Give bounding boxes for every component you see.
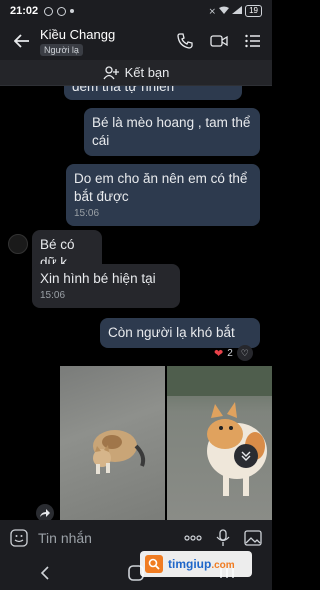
search-icon bbox=[148, 558, 160, 570]
message-text: Xin hình bé hiện tại bbox=[40, 271, 156, 286]
watermark-text: timgiup.com bbox=[168, 557, 235, 571]
cat-photo[interactable] bbox=[60, 366, 165, 520]
dot-icon bbox=[70, 9, 75, 13]
watermark-domain: .com bbox=[211, 560, 235, 571]
message-text: Còn người lạ khó bắt bbox=[108, 325, 235, 340]
message-time: 15:06 bbox=[74, 208, 100, 219]
add-friend-label: Kết bạn bbox=[124, 65, 170, 80]
status-right: ⨯ 19 bbox=[209, 5, 262, 17]
more-icon bbox=[184, 535, 202, 541]
share-icon bbox=[40, 509, 50, 517]
signal-icon bbox=[232, 6, 243, 16]
image-button[interactable] bbox=[242, 527, 264, 549]
status-time: 21:02 bbox=[10, 5, 39, 17]
video-icon bbox=[210, 35, 228, 47]
phone-icon bbox=[177, 33, 193, 49]
contact-name: Kiều Changg bbox=[40, 26, 116, 42]
emoji-icon bbox=[10, 529, 28, 547]
message-input[interactable]: Tin nhắn bbox=[38, 530, 174, 546]
cat-image bbox=[167, 366, 272, 496]
nav-back-button[interactable] bbox=[33, 561, 57, 585]
cat-photo[interactable] bbox=[167, 366, 272, 520]
heart-icon: ❤ bbox=[214, 347, 224, 360]
microphone-icon bbox=[216, 529, 230, 546]
message-bubble-me[interactable]: Còn người lạ khó bắt bbox=[100, 318, 260, 348]
share-button[interactable] bbox=[36, 504, 54, 520]
wifi-icon bbox=[219, 6, 230, 16]
reaction-count: 2 bbox=[227, 347, 233, 359]
avatar[interactable] bbox=[8, 234, 28, 254]
message-bubble-me[interactable]: dem tha tự nhiên bbox=[64, 86, 242, 100]
timgiup-logo-icon bbox=[145, 555, 163, 573]
chat-header: Kiều Changg Người lạ bbox=[0, 22, 272, 60]
message-reaction[interactable]: ❤ 2 ♡ bbox=[214, 345, 253, 361]
header-actions bbox=[174, 30, 264, 52]
photo-group[interactable] bbox=[60, 366, 272, 520]
add-user-icon bbox=[103, 65, 119, 79]
contact-info[interactable]: Kiều Changg Người lạ bbox=[40, 27, 115, 56]
more-button[interactable] bbox=[182, 527, 204, 549]
message-text: Bé là mèo hoang , tam thể cái bbox=[92, 115, 251, 148]
status-bar: 21:02 ⨯ 19 bbox=[0, 0, 272, 22]
sticker-button[interactable] bbox=[8, 527, 30, 549]
message-text: Do em cho ăn nên em có thể bắt được bbox=[74, 171, 248, 204]
message-bubble-them[interactable]: Xin hình bé hiện tại 15:06 bbox=[32, 264, 180, 308]
image-icon bbox=[244, 530, 262, 546]
message-time: 15:06 bbox=[40, 290, 66, 301]
stranger-badge: Người lạ bbox=[40, 43, 83, 56]
call-button[interactable] bbox=[174, 30, 196, 52]
messenger-icon bbox=[57, 6, 67, 16]
video-call-button[interactable] bbox=[208, 30, 230, 52]
list-icon bbox=[245, 34, 260, 48]
voice-button[interactable] bbox=[212, 527, 234, 549]
cat-image bbox=[93, 430, 146, 474]
messenger-icon bbox=[44, 6, 54, 16]
watermark: timgiup.com bbox=[140, 551, 252, 577]
arrow-left-icon bbox=[14, 34, 29, 48]
scroll-to-bottom-button[interactable] bbox=[234, 444, 258, 468]
heart-outline-icon[interactable]: ♡ bbox=[236, 345, 253, 361]
message-text: dem tha tự nhiên bbox=[72, 86, 175, 94]
battery-icon: 19 bbox=[245, 5, 262, 17]
chevron-left-icon bbox=[41, 566, 49, 580]
mute-icon: ⨯ bbox=[208, 5, 217, 16]
message-bubble-me[interactable]: Bé là mèo hoang , tam thể cái bbox=[84, 108, 260, 156]
menu-button[interactable] bbox=[242, 30, 264, 52]
add-friend-button[interactable]: Kết bạn bbox=[0, 60, 272, 86]
back-button[interactable] bbox=[8, 27, 36, 55]
chat-area[interactable]: dem tha tự nhiên Bé là mèo hoang , tam t… bbox=[0, 86, 272, 520]
watermark-brand: timgiup bbox=[168, 557, 212, 571]
chevron-double-down-icon bbox=[241, 451, 251, 461]
message-bubble-me[interactable]: Do em cho ăn nên em có thể bắt được 15:0… bbox=[66, 164, 260, 226]
notification-icons bbox=[44, 6, 75, 16]
